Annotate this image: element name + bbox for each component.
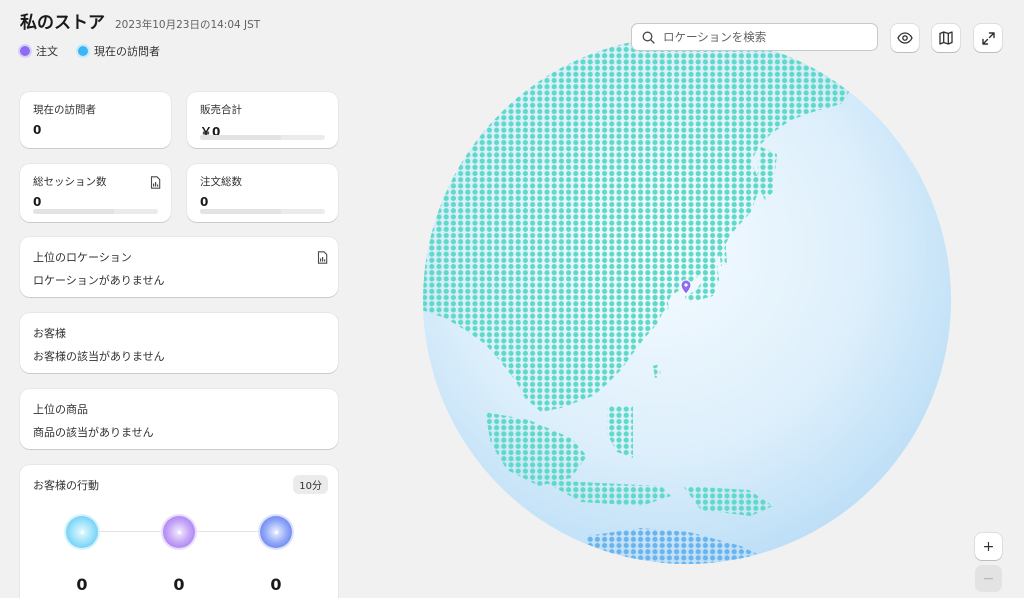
- zoom-in-button[interactable]: +: [975, 533, 1002, 560]
- sessions-card[interactable]: 総セッション数 0: [20, 164, 171, 222]
- visitors-label: 現在の訪問者: [33, 104, 96, 116]
- customer-behavior-card[interactable]: お客様の行動 10分 0 0 0: [20, 465, 338, 598]
- progress-fill: [33, 209, 115, 214]
- top-locations-title: 上位のロケーション: [33, 251, 132, 264]
- orders-progress-bar: [200, 209, 325, 214]
- funnel-step-cart-icon: [163, 516, 195, 548]
- sessions-value: 0: [33, 195, 42, 209]
- sales-label: 販売合計: [200, 104, 242, 116]
- visitors-dot-icon: [78, 46, 88, 56]
- funnel-count-cart: 0: [173, 575, 185, 594]
- legend: 注文 現在の訪問者: [20, 43, 260, 59]
- globe-svg[interactable]: [421, 34, 953, 566]
- funnel-count-sessions: 0: [76, 575, 88, 594]
- report-icon[interactable]: [317, 249, 328, 268]
- customers-empty: お客様の該当がありません: [33, 350, 165, 363]
- orders-card[interactable]: 注文総数 0: [187, 164, 338, 222]
- orders-value: 0: [200, 195, 209, 209]
- funnel-count-checkout: 0: [270, 575, 282, 594]
- eye-icon: [897, 32, 913, 44]
- location-search[interactable]: [631, 23, 878, 51]
- legend-item-visitors: 現在の訪問者: [78, 43, 160, 59]
- orders-dot-icon: [20, 46, 30, 56]
- legend-label: 現在の訪問者: [94, 45, 160, 58]
- progress-fill: [200, 209, 282, 214]
- sales-card[interactable]: 販売合計 ￥0: [187, 92, 338, 148]
- customers-card[interactable]: お客様 お客様の該当がありません: [20, 313, 338, 373]
- visitors-value: 0: [33, 123, 42, 137]
- visitors-card[interactable]: 現在の訪問者 0: [20, 92, 171, 148]
- sessions-label: 総セッション数: [33, 176, 107, 188]
- search-input[interactable]: [663, 30, 863, 44]
- top-locations-empty: ロケーションがありません: [33, 274, 165, 287]
- report-icon[interactable]: [150, 174, 161, 193]
- funnel-step-sessions-icon: [66, 516, 98, 548]
- top-products-empty: 商品の該当がありません: [33, 426, 154, 439]
- funnel-step-checkout-icon: [260, 516, 292, 548]
- expand-icon: [981, 31, 995, 45]
- globe-map[interactable]: [421, 34, 953, 566]
- header: 私のストア 2023年10月23日の14:04 JST 注文 現在の訪問者: [20, 8, 260, 59]
- page-title: 私のストア: [20, 13, 105, 33]
- timestamp: 2023年10月23日の14:04 JST: [115, 19, 261, 31]
- sales-progress-bar: [200, 135, 325, 140]
- time-range-badge[interactable]: 10分: [293, 475, 328, 494]
- zoom-out-button[interactable]: −: [975, 565, 1002, 592]
- fullscreen-button[interactable]: [974, 24, 1002, 52]
- customers-title: お客様: [33, 327, 66, 340]
- visibility-button[interactable]: [891, 24, 919, 52]
- legend-label: 注文: [36, 45, 58, 58]
- sessions-progress-bar: [33, 209, 158, 214]
- customer-behavior-title: お客様の行動: [33, 479, 99, 492]
- legend-item-orders: 注文: [20, 43, 58, 59]
- progress-fill: [200, 135, 282, 140]
- top-products-card[interactable]: 上位の商品 商品の該当がありません: [20, 389, 338, 449]
- top-products-title: 上位の商品: [33, 403, 88, 416]
- orders-label: 注文総数: [200, 176, 242, 188]
- top-locations-card[interactable]: 上位のロケーション ロケーションがありません: [20, 237, 338, 297]
- search-icon: [642, 31, 655, 44]
- map-view-button[interactable]: [932, 24, 960, 52]
- map-icon: [939, 31, 953, 45]
